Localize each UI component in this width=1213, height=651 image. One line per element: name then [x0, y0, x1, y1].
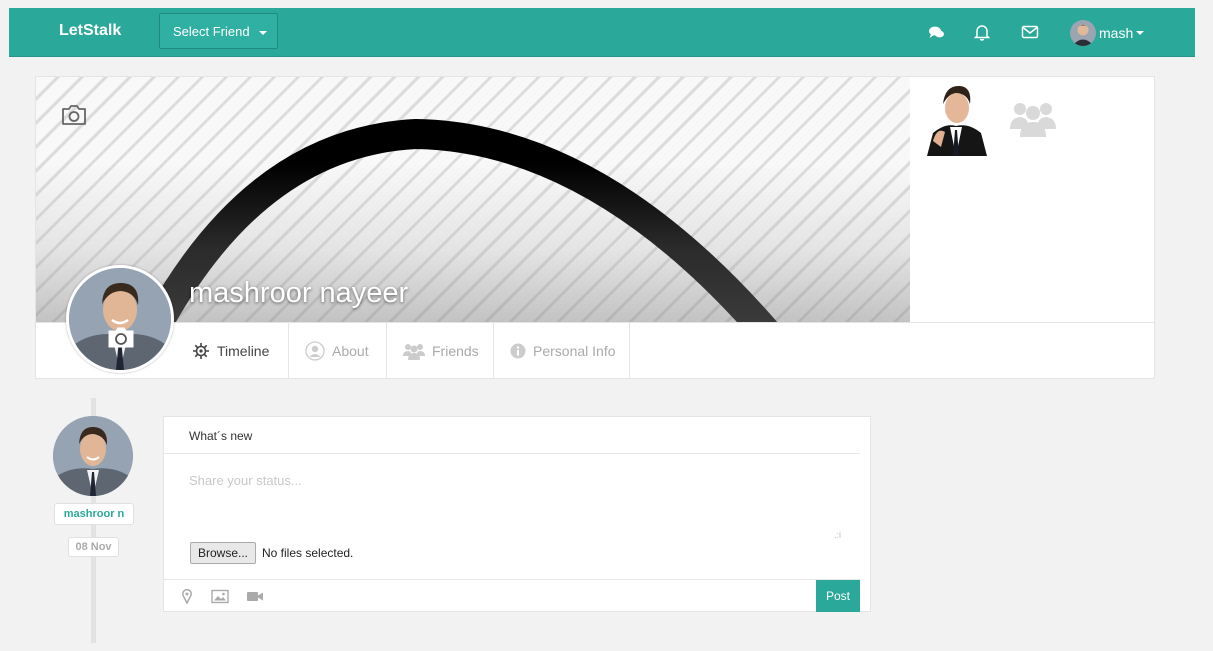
profile-name: mashroor nayeer: [189, 277, 409, 309]
tab-label: Timeline: [217, 343, 270, 359]
group-icon[interactable]: [1010, 97, 1056, 137]
user-menu[interactable]: mash: [1070, 19, 1145, 47]
video-camera-icon[interactable]: [246, 589, 264, 604]
timeline-icon: [193, 343, 209, 359]
tab-label: About: [332, 343, 369, 359]
friend-photo[interactable]: [923, 77, 989, 156]
post-author-name[interactable]: mashroor n: [54, 503, 134, 525]
select-friend-label: Select Friend: [173, 24, 250, 39]
camera-icon[interactable]: [108, 326, 134, 348]
cover-overlay: [36, 77, 910, 322]
caret-down-icon: [259, 30, 268, 35]
status-composer: What´s new Share your status... .:i Brow…: [163, 416, 871, 612]
composer-heading: What´s new: [164, 417, 860, 454]
profile-header: mashroor nayeer Timeline About Friends P…: [35, 76, 1155, 379]
post-date: 08 Nov: [68, 537, 119, 557]
username-label: mash: [1099, 25, 1134, 41]
caret-down-icon: [1136, 31, 1145, 35]
tab-friends[interactable]: Friends: [387, 323, 494, 379]
tab-label: Personal Info: [533, 343, 616, 359]
camera-icon[interactable]: [60, 103, 88, 127]
composer-footer: Post: [164, 579, 860, 612]
user-circle-icon: [305, 341, 325, 361]
top-navbar: LetStalk Select Friend mash: [9, 8, 1195, 57]
avatar[interactable]: [53, 416, 133, 496]
envelope-icon[interactable]: [1020, 22, 1040, 42]
info-icon: [510, 343, 526, 359]
tab-label: Friends: [432, 343, 479, 359]
brand-logo[interactable]: LetStalk: [59, 22, 121, 40]
bell-icon[interactable]: [972, 22, 992, 42]
profile-avatar[interactable]: [66, 265, 174, 373]
file-status: No files selected.: [262, 546, 354, 560]
avatar: [1070, 20, 1096, 46]
location-pin-icon[interactable]: [182, 589, 192, 604]
profile-tabs: Timeline About Friends Personal Info: [36, 322, 1154, 379]
group-icon: [403, 344, 425, 360]
resize-handle-icon[interactable]: .:i: [834, 530, 841, 540]
post-button[interactable]: Post: [816, 580, 860, 612]
tab-timeline[interactable]: Timeline: [176, 323, 289, 379]
tab-about[interactable]: About: [289, 323, 387, 379]
select-friend-dropdown[interactable]: Select Friend: [159, 13, 278, 49]
browse-button[interactable]: Browse...: [190, 542, 256, 564]
image-icon[interactable]: [211, 589, 229, 604]
chat-icon[interactable]: [927, 22, 947, 42]
status-input[interactable]: Share your status...: [189, 473, 302, 488]
tab-personal-info[interactable]: Personal Info: [494, 323, 630, 379]
